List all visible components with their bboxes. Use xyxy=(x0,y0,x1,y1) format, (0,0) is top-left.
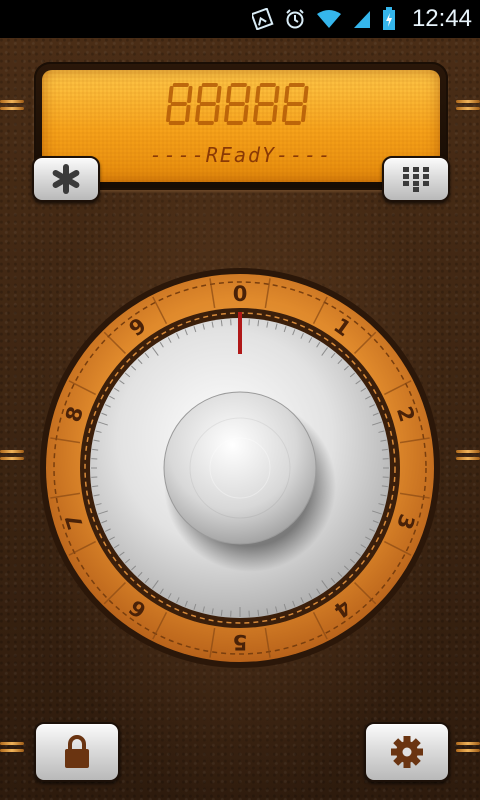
code-digit xyxy=(253,83,280,125)
left-rail-top xyxy=(0,98,24,112)
lcd-screen: ----REadY---- xyxy=(42,70,440,182)
wifi-icon xyxy=(316,10,341,28)
right-rail-bottom xyxy=(456,740,480,754)
right-rail-middle xyxy=(456,448,480,462)
keypad-button[interactable] xyxy=(382,156,450,202)
code-digits xyxy=(42,80,440,131)
left-rail-middle xyxy=(0,448,24,462)
keypad-grid-icon xyxy=(403,167,429,192)
status-bar: 12:44 xyxy=(0,0,480,38)
gear-icon xyxy=(391,736,423,768)
signal-icon xyxy=(353,11,370,28)
left-rail-bottom xyxy=(0,740,24,754)
star-button[interactable] xyxy=(32,156,100,202)
asterisk-icon xyxy=(52,164,80,194)
dial-number-5: 5 xyxy=(233,630,248,654)
alarm-icon xyxy=(286,9,304,29)
code-digit xyxy=(224,83,251,125)
code-digit xyxy=(166,83,193,125)
combination-dial[interactable]: 0123456789 xyxy=(40,268,440,668)
code-digit xyxy=(282,83,309,125)
status-clock: 12:44 xyxy=(411,5,472,32)
battery-charging-icon xyxy=(382,7,395,30)
code-digit xyxy=(195,83,222,125)
settings-button[interactable] xyxy=(364,722,450,782)
right-rail-top xyxy=(456,98,480,112)
padlock-icon xyxy=(65,735,89,768)
lock-button[interactable] xyxy=(34,722,120,782)
status-text: ----REadY---- xyxy=(149,143,333,167)
status-icons: 12:44 xyxy=(251,0,472,38)
dial-indicator xyxy=(238,312,242,354)
dial-knob[interactable] xyxy=(163,391,317,545)
gallery-icon xyxy=(251,8,274,30)
dial-number-0: 0 xyxy=(233,282,248,306)
